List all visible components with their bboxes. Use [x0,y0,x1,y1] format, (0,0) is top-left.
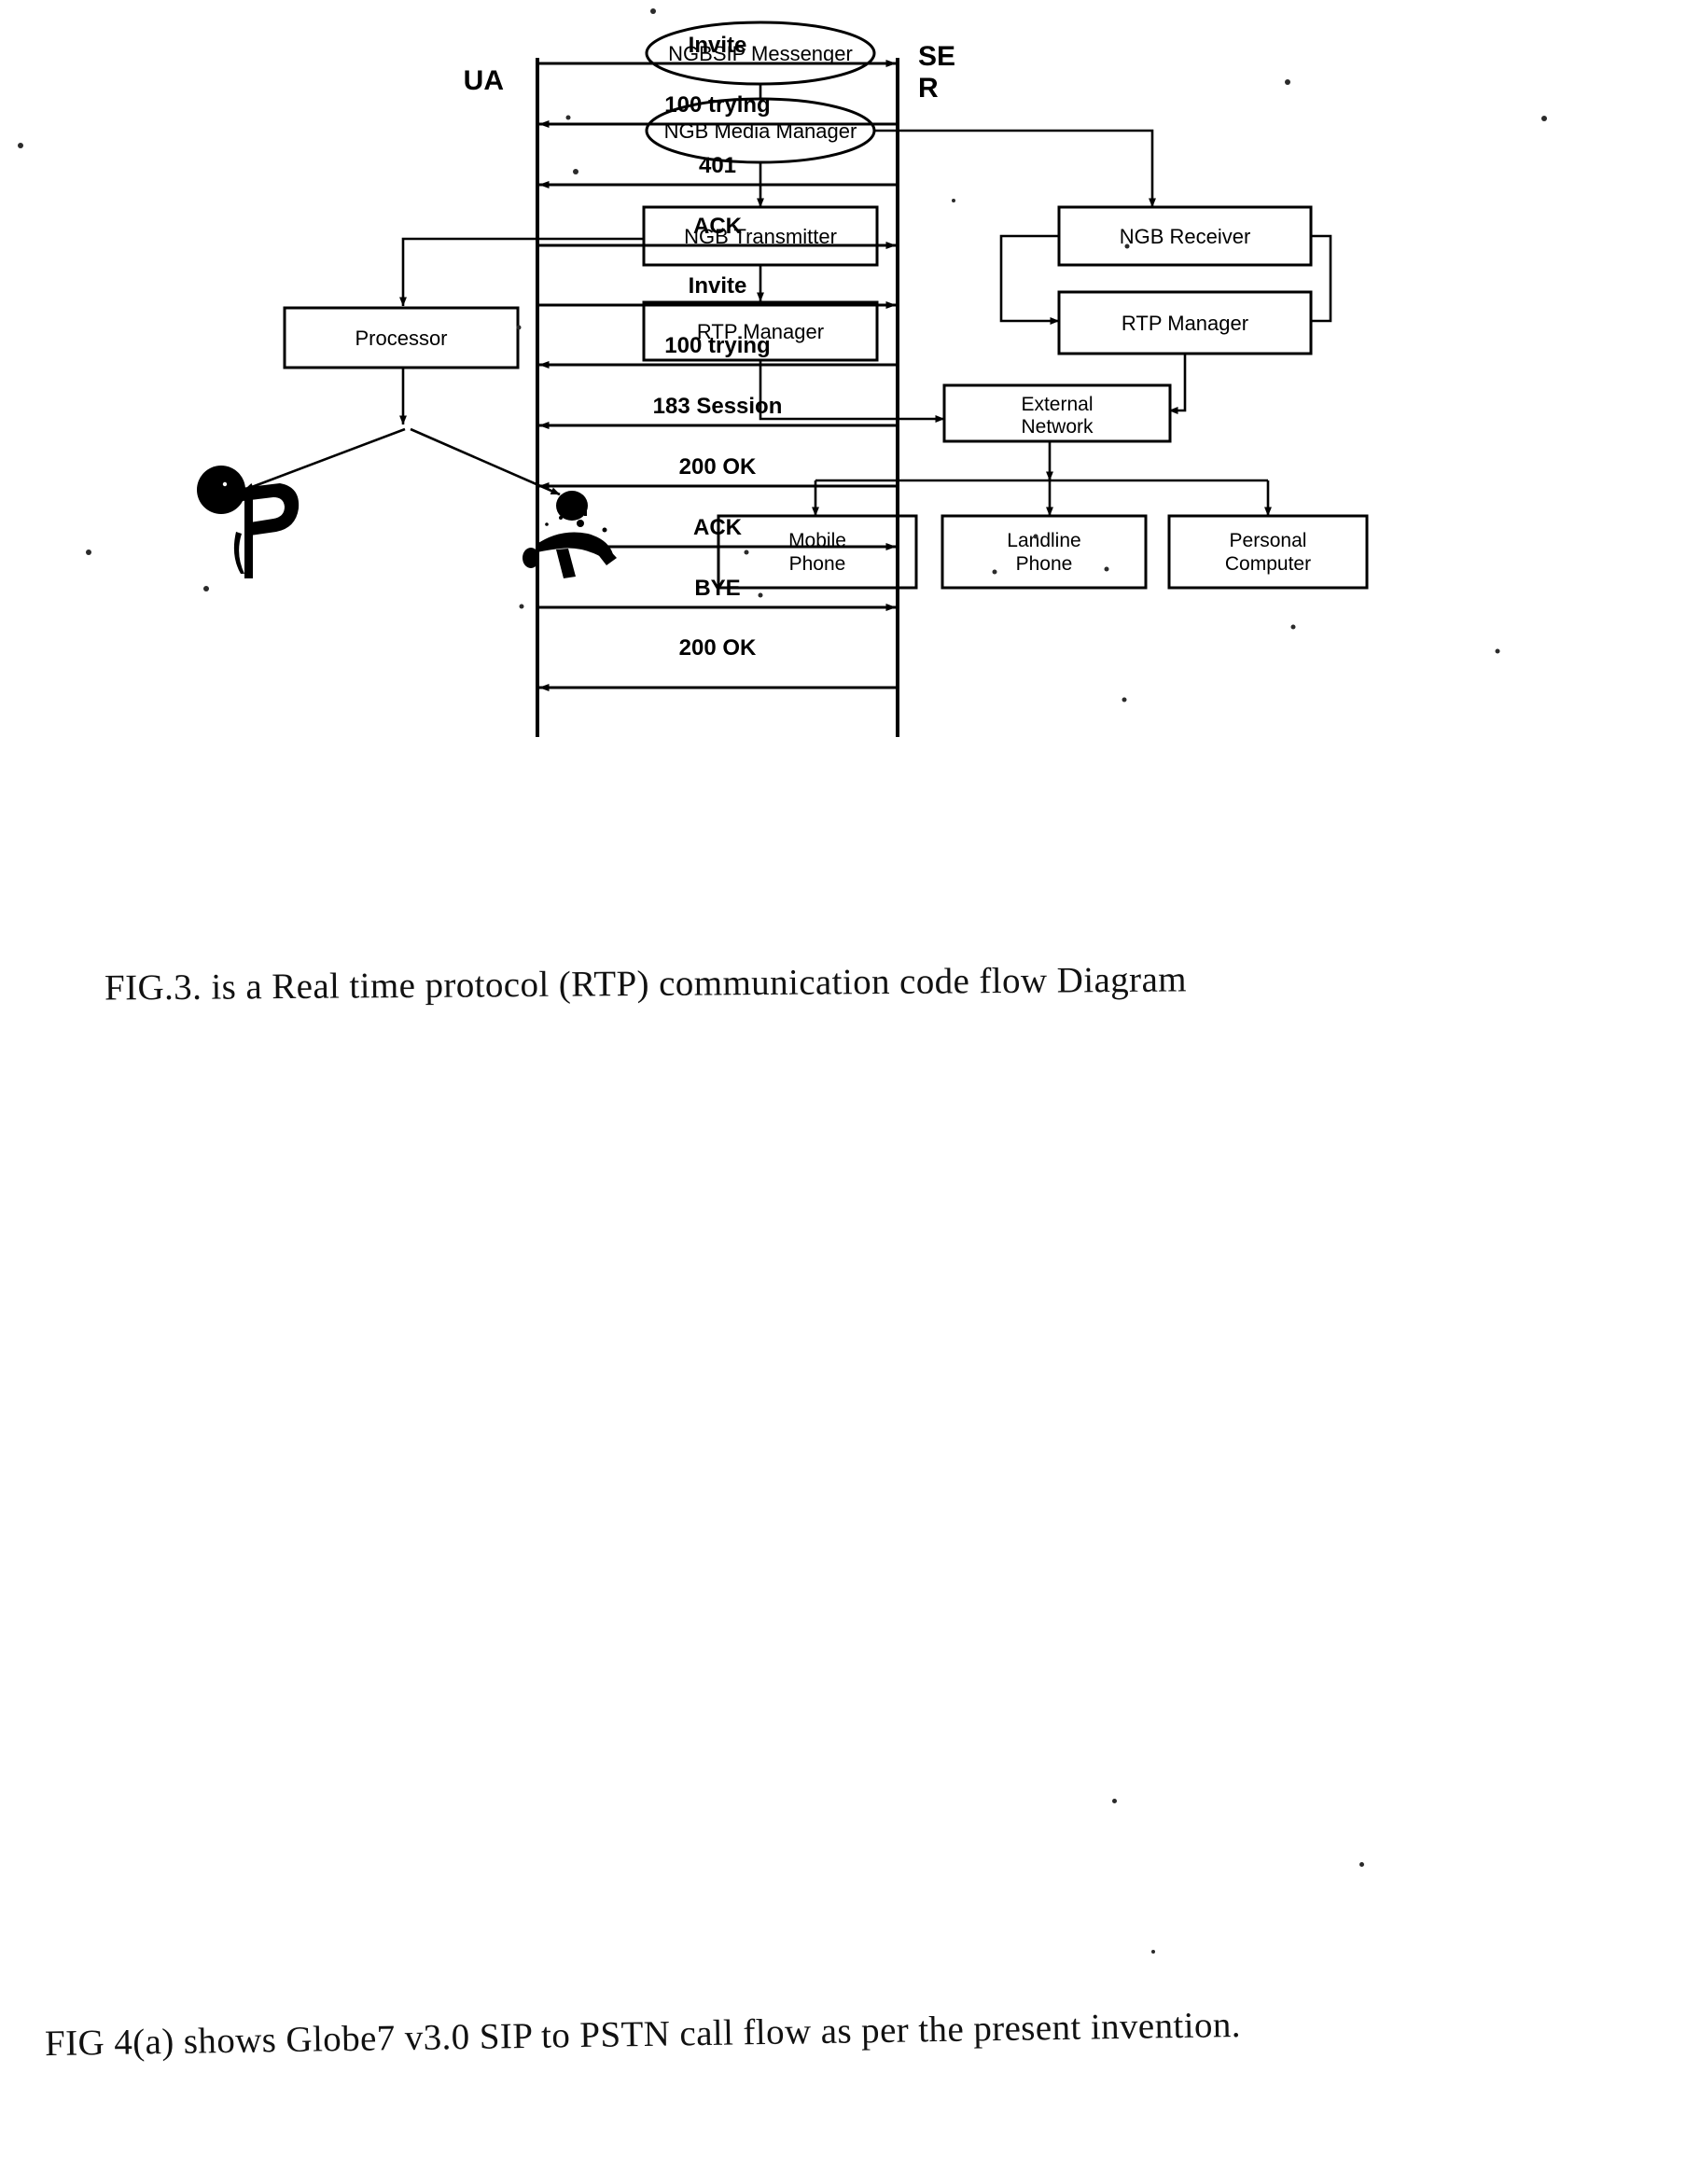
message-label: 100 trying [664,333,770,358]
message-label: 200 OK [679,635,757,661]
message-label: Invite [689,33,747,58]
figure-3-caption: FIG.3. is a Real time protocol (RTP) com… [104,959,1188,1009]
figure-4a-caption: FIG 4(a) shows Globe7 v3.0 SIP to PSTN c… [44,2004,1242,2065]
scan-artifact [1112,1799,1117,1803]
message-label: ACK [693,515,743,540]
scan-artifacts [86,8,1547,702]
message-label: BYE [694,576,740,601]
message-row: ACK [539,515,897,550]
message-row: Invite [539,33,897,67]
message-row: BYE [539,576,897,611]
scan-artifact [1151,1950,1155,1954]
message-row: Invite [539,273,897,309]
lifeline-ua-label: UA [464,65,504,96]
lifeline-server-label-line2: R [918,73,939,104]
message-label: 100 trying [664,92,770,118]
message-row: ACK [539,214,897,249]
patent-figure-page: NGBSIP Messenger NGB Media Manager NGB T… [0,0,1700,2184]
message-row: 200 OK [538,635,896,691]
message-row: 200 OK [538,454,896,490]
lifeline-server-label-line1: SE [918,41,955,72]
message-row: 100 trying [538,333,896,369]
message-label: 200 OK [679,454,757,480]
figure-4a-sip-call-flow: UA SE R Invite 100 trying 401 ACK Invite [86,8,1547,737]
message-label: ACK [693,214,743,239]
message-row: 401 [538,153,896,188]
message-label: Invite [689,273,747,299]
message-row: 183 Session [538,394,896,429]
scan-artifact [1359,1862,1364,1867]
message-label: 183 Session [653,394,783,419]
message-row: 100 trying [538,92,896,128]
message-label: 401 [699,153,736,178]
